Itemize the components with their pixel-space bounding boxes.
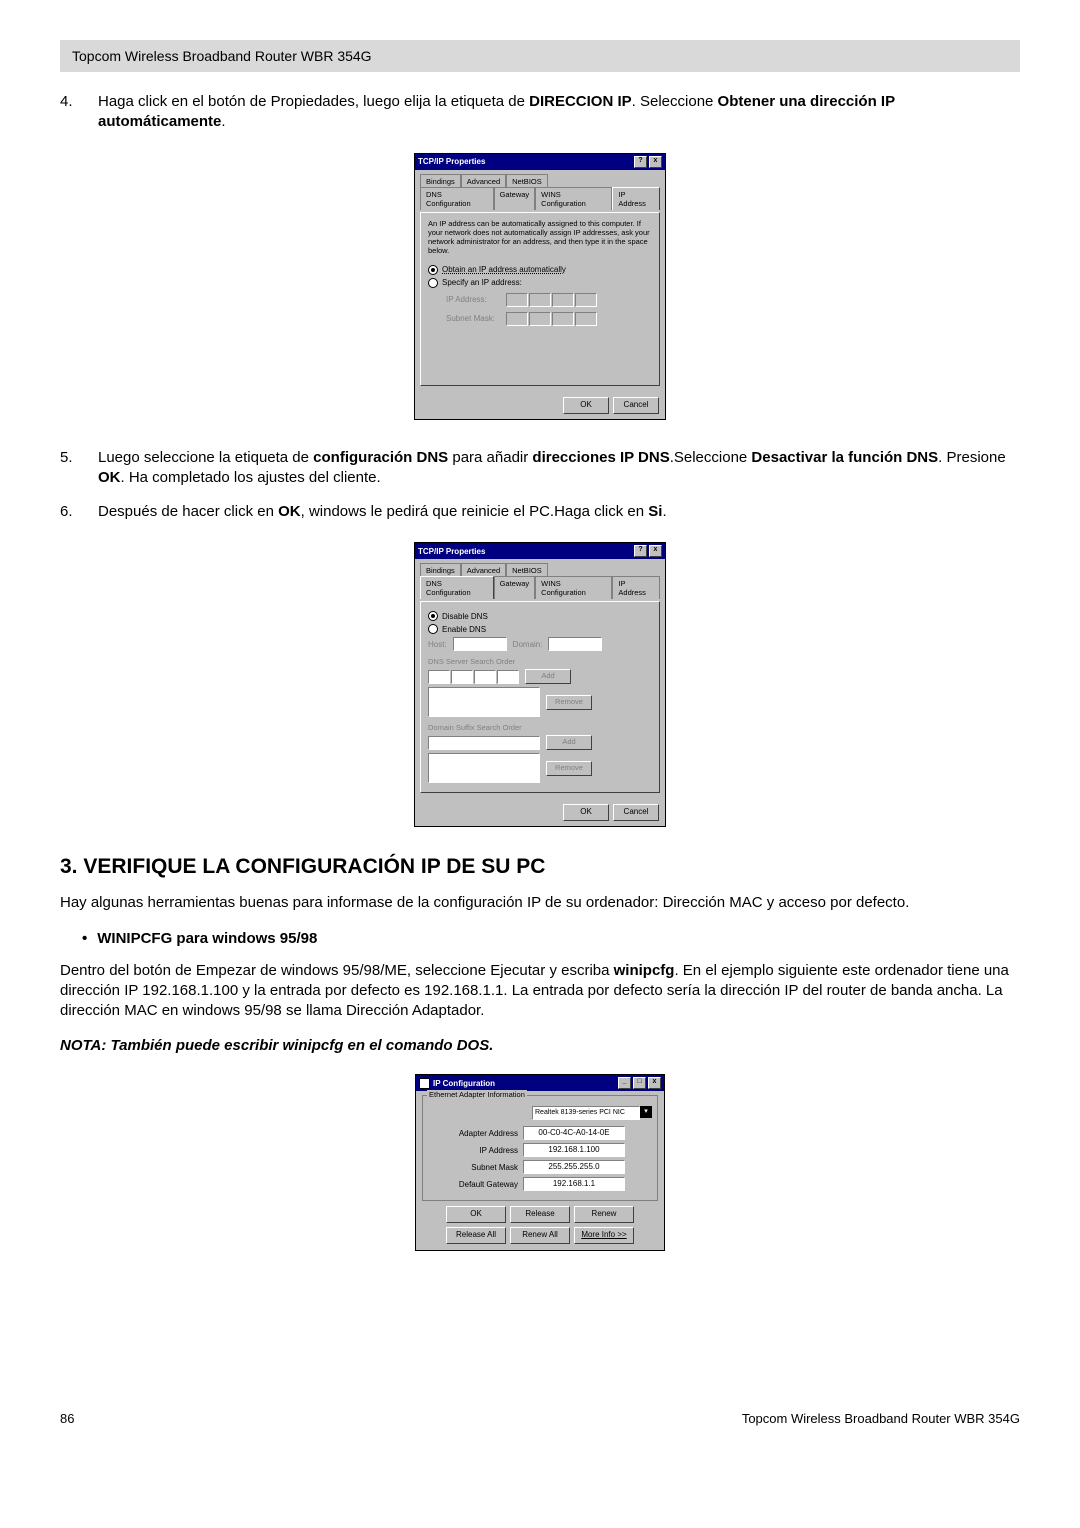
more-info-button[interactable]: More Info >> xyxy=(574,1227,634,1244)
radio-enable-dns[interactable]: Enable DNS xyxy=(428,624,652,634)
footer-title: Topcom Wireless Broadband Router WBR 354… xyxy=(742,1411,1020,1426)
tab-netbios[interactable]: NetBIOS xyxy=(506,174,548,188)
renew-all-button[interactable]: Renew All xyxy=(510,1227,570,1244)
tcpip-properties-dialog-ip: TCP/IP Properties ? x Bindings Advanced … xyxy=(414,153,666,420)
default-gateway-value: 192.168.1.1 xyxy=(523,1177,625,1191)
add-button: Add xyxy=(546,735,592,750)
ok-button[interactable]: OK xyxy=(446,1206,506,1223)
dns-list xyxy=(428,687,540,717)
app-icon xyxy=(419,1078,430,1089)
host-input xyxy=(453,637,507,651)
tab-bindings[interactable]: Bindings xyxy=(420,563,461,577)
dialog2-title: TCP/IP Properties xyxy=(418,547,485,556)
suffix-input xyxy=(428,736,540,750)
section-3-para1: Hay algunas herramientas buenas para inf… xyxy=(60,893,1020,913)
default-gateway-label: Default Gateway xyxy=(428,1180,518,1189)
renew-button[interactable]: Renew xyxy=(574,1206,634,1223)
ok-button[interactable]: OK xyxy=(563,397,609,414)
step-4-num: 4. xyxy=(60,92,98,133)
release-button[interactable]: Release xyxy=(510,1206,570,1223)
subnet-mask-value: 255.255.255.0 xyxy=(523,1160,625,1174)
radio-specify-ip[interactable]: Specify an IP address: xyxy=(428,278,652,288)
step-5-num: 5. xyxy=(60,448,98,489)
tab-dns-config[interactable]: DNS Configuration xyxy=(420,187,494,210)
dns-order-label: DNS Server Search Order xyxy=(428,657,652,666)
radio-icon[interactable] xyxy=(428,265,438,275)
ip-address-field: IP Address: xyxy=(446,293,652,307)
section-3-note: NOTA: También puede escribir winipcfg en… xyxy=(60,1037,1020,1054)
dialog3-titlebar: IP Configuration _ □ x xyxy=(416,1075,664,1091)
step-6-num: 6. xyxy=(60,502,98,522)
adapter-address-value: 00-C0-4C-A0-14-0E xyxy=(523,1126,625,1140)
bullet-winipcfg: WINIPCFG para windows 95/98 xyxy=(82,930,1020,947)
remove-button: Remove xyxy=(546,695,592,710)
header-title: Topcom Wireless Broadband Router WBR 354… xyxy=(72,48,372,64)
tab-wins-config[interactable]: WINS Configuration xyxy=(535,576,612,599)
dialog3-title: IP Configuration xyxy=(433,1079,495,1088)
tab-bindings[interactable]: Bindings xyxy=(420,174,461,188)
adapter-address-label: Adapter Address xyxy=(428,1129,518,1138)
step-6: 6. Después de hacer click en OK, windows… xyxy=(60,502,1020,522)
dialog1-title: TCP/IP Properties xyxy=(418,157,485,166)
close-icon[interactable]: x xyxy=(649,545,662,557)
radio-disable-dns[interactable]: Disable DNS xyxy=(428,611,652,621)
close-icon[interactable]: x xyxy=(649,156,662,168)
tab-ip-address[interactable]: IP Address xyxy=(612,576,660,599)
chevron-down-icon[interactable]: ▾ xyxy=(640,1106,652,1118)
dialog2-titlebar: TCP/IP Properties ? x xyxy=(415,543,665,559)
close-icon[interactable]: x xyxy=(648,1077,661,1089)
help-icon[interactable]: ? xyxy=(634,156,647,168)
tab-gateway[interactable]: Gateway xyxy=(494,187,536,210)
step-6-text: Después de hacer click en OK, windows le… xyxy=(98,502,1020,522)
radio-obtain-auto[interactable]: Obtain an IP address automatically xyxy=(428,265,652,275)
maximize-icon[interactable]: □ xyxy=(633,1077,646,1089)
dialog1-info: An IP address can be automatically assig… xyxy=(428,219,652,255)
tab-gateway[interactable]: Gateway xyxy=(494,576,536,599)
subnet-mask-field: Subnet Mask: xyxy=(446,312,652,326)
section-3-heading: 3. VERIFIQUE LA CONFIGURACIÓN IP DE SU P… xyxy=(60,855,1020,879)
cancel-button[interactable]: Cancel xyxy=(613,804,659,821)
minimize-icon[interactable]: _ xyxy=(618,1077,631,1089)
step-4-text: Haga click en el botón de Propiedades, l… xyxy=(98,92,1020,133)
tcpip-properties-dialog-dns: TCP/IP Properties ? x Bindings Advanced … xyxy=(414,542,666,827)
step-5: 5. Luego seleccione la etiqueta de confi… xyxy=(60,448,1020,489)
radio-icon[interactable] xyxy=(428,624,438,634)
step-4: 4. Haga click en el botón de Propiedades… xyxy=(60,92,1020,133)
tab-dns-config[interactable]: DNS Configuration xyxy=(420,576,494,599)
domain-input xyxy=(548,637,602,651)
ip-address-value: 192.168.1.100 xyxy=(523,1143,625,1157)
release-all-button[interactable]: Release All xyxy=(446,1227,506,1244)
radio-icon[interactable] xyxy=(428,611,438,621)
section-3-para2: Dentro del botón de Empezar de windows 9… xyxy=(60,961,1020,1022)
ip-configuration-dialog: IP Configuration _ □ x Ethernet Adapter … xyxy=(415,1074,665,1251)
suffix-list xyxy=(428,753,540,783)
tab-netbios[interactable]: NetBIOS xyxy=(506,563,548,577)
ip-address-label: IP Address xyxy=(428,1146,518,1155)
help-icon[interactable]: ? xyxy=(634,545,647,557)
domain-label: Domain: xyxy=(513,640,543,649)
suffix-order-label: Domain Suffix Search Order xyxy=(428,723,652,732)
ethernet-adapter-group: Ethernet Adapter Information Realtek 813… xyxy=(422,1095,658,1201)
cancel-button[interactable]: Cancel xyxy=(613,397,659,414)
group-title: Ethernet Adapter Information xyxy=(427,1090,527,1099)
dialog1-titlebar: TCP/IP Properties ? x xyxy=(415,154,665,170)
tab-wins-config[interactable]: WINS Configuration xyxy=(535,187,612,210)
header-bar: Topcom Wireless Broadband Router WBR 354… xyxy=(60,40,1020,72)
step-5-text: Luego seleccione la etiqueta de configur… xyxy=(98,448,1020,489)
radio-icon[interactable] xyxy=(428,278,438,288)
subnet-mask-label: Subnet Mask xyxy=(428,1163,518,1172)
tab-advanced[interactable]: Advanced xyxy=(461,563,506,577)
ok-button[interactable]: OK xyxy=(563,804,609,821)
remove-button: Remove xyxy=(546,761,592,776)
tab-ip-address[interactable]: IP Address xyxy=(612,187,660,210)
host-label: Host: xyxy=(428,640,447,649)
adapter-value: Realtek 8139-series PCI NIC xyxy=(532,1106,640,1120)
adapter-select[interactable]: Realtek 8139-series PCI NIC ▾ xyxy=(532,1106,652,1120)
add-button: Add xyxy=(525,669,571,684)
page-number: 86 xyxy=(60,1411,74,1426)
tab-advanced[interactable]: Advanced xyxy=(461,174,506,188)
